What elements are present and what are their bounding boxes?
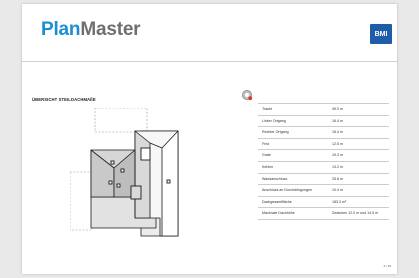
- row-value: 16.4 m: [332, 130, 343, 135]
- table-row: Dachgesamtfläche 183.3 m²: [258, 197, 389, 209]
- bmi-logo: BMI: [370, 24, 392, 44]
- row-label: Maximale Dachhöhe: [262, 211, 295, 216]
- row-value: 25.6 m: [332, 176, 343, 181]
- row-label: First: [262, 141, 269, 146]
- roof-window-small-1: [110, 160, 115, 165]
- row-value: 16.4 m: [332, 118, 343, 123]
- measurements-table: Traufe 49.0 m Linker Ortgang 16.4 m Rech…: [258, 103, 389, 220]
- dashed-outline-left: [70, 171, 93, 231]
- table-row: Wandanschluss 25.6 m: [258, 174, 389, 186]
- row-label: Kehlen: [262, 164, 274, 169]
- page-number: 4 / 16: [383, 264, 391, 268]
- planmaster-logo: PlanMaster: [41, 19, 141, 41]
- row-label: Wandanschluss: [262, 176, 288, 181]
- row-label: Dachgesamtfläche: [262, 199, 292, 204]
- row-label: Linker Ortgang: [262, 118, 286, 123]
- row-value: 12.5 m: [332, 141, 343, 146]
- table-row: First 12.5 m: [258, 139, 389, 151]
- table-row: Traufe 49.0 m: [258, 103, 389, 116]
- roof-shape: [90, 130, 179, 237]
- roof-facet-right: [161, 130, 179, 237]
- table-row: Grate 19.3 m: [258, 150, 389, 162]
- roof-window-small-5: [166, 179, 171, 184]
- roof-window-large: [140, 147, 151, 161]
- row-value: 183.3 m²: [332, 199, 347, 204]
- report-page: PlanMaster BMI ÜBERSICHT STEILDACHMAßE T…: [22, 4, 397, 274]
- logo-plan-text: Plan: [41, 19, 81, 40]
- row-label: Traufe: [262, 107, 273, 111]
- table-row: Kehlen 13.2 m: [258, 162, 389, 174]
- table-row: Anschluss an Durchdringungen 10.4 m: [258, 185, 389, 197]
- roof-window-small-3: [108, 180, 113, 185]
- section-title: ÜBERSICHT STEILDACHMAßE: [32, 97, 96, 102]
- dormer: [130, 185, 142, 200]
- row-value: 19.3 m: [332, 153, 343, 158]
- row-value: 49.0 m: [332, 107, 343, 111]
- row-value: 10.4 m: [332, 188, 343, 193]
- logo-master-text: Master: [80, 19, 141, 40]
- header-divider: [22, 61, 397, 62]
- row-value: Zwischen 12.0 m und 14.5 m: [332, 211, 379, 216]
- map-pin-icon: [242, 90, 253, 101]
- table-row: Rechter Ortgang 16.4 m: [258, 127, 389, 139]
- table-row: Linker Ortgang 16.4 m: [258, 116, 389, 128]
- row-label: Rechter Ortgang: [262, 130, 289, 135]
- dashed-outline-top: [94, 108, 148, 133]
- roof-window-small-4: [116, 183, 121, 188]
- table-row: Maximale Dachhöhe Zwischen 12.0 m und 14…: [258, 208, 389, 220]
- roof-facet-hip: [134, 130, 151, 219]
- roof-window-small-2: [120, 168, 125, 173]
- row-value: 13.2 m: [332, 164, 343, 169]
- row-label: Anschluss an Durchdringungen: [262, 188, 312, 193]
- row-label: Grate: [262, 153, 271, 158]
- roof-plan-drawing: [70, 108, 179, 237]
